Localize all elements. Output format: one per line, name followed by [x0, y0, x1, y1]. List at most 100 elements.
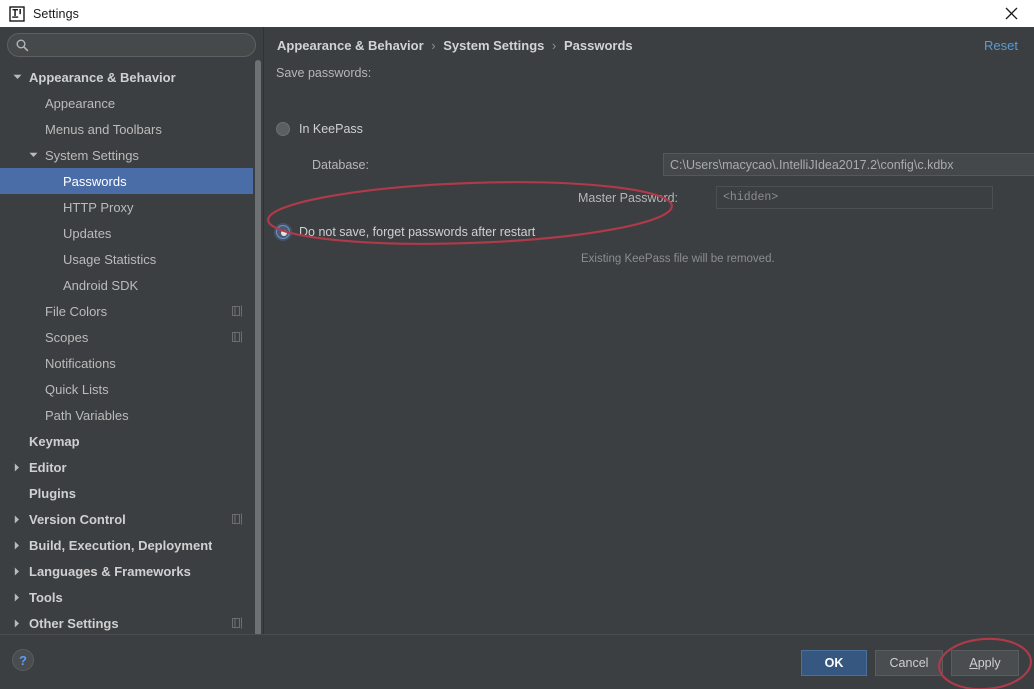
breadcrumb-part-3: Passwords	[564, 38, 633, 53]
sidebar-item-label: Version Control	[29, 511, 126, 527]
settings-tree[interactable]: Appearance & Behavior Appearance Menus and…	[0, 64, 255, 634]
project-scope-icon	[232, 513, 243, 525]
sidebar-item-label: File Colors	[45, 303, 108, 319]
sidebar-item-label: HTTP Proxy	[63, 199, 134, 215]
sidebar-item-label: Appearance & Behavior	[29, 69, 176, 85]
sidebar-item-version-control[interactable]: Version Control	[0, 506, 255, 532]
breadcrumb-part-1[interactable]: Appearance & Behavior	[277, 38, 424, 53]
sidebar-item-system-settings[interactable]: System Settings	[0, 142, 255, 168]
cancel-button[interactable]: Cancel	[875, 650, 943, 676]
window-titlebar: Settings	[0, 0, 1034, 27]
breadcrumb-separator-1: ›	[431, 38, 436, 53]
sidebar-item-notifications[interactable]: Notifications	[0, 350, 255, 376]
settings-sidebar: Appearance & Behavior Appearance Menus and…	[0, 27, 263, 658]
sidebar-item-other-settings[interactable]: Other Settings	[0, 610, 255, 634]
master-password-value: <hidden>	[723, 191, 779, 204]
sidebar-item-label: Path Variables	[45, 407, 129, 423]
sidebar-item-label: Notifications	[45, 355, 116, 371]
search-input[interactable]	[29, 34, 255, 56]
sidebar-item-file-colors[interactable]: File Colors	[0, 298, 255, 324]
sidebar-scrollbar-thumb[interactable]	[255, 60, 261, 656]
ok-button[interactable]: OK	[801, 650, 867, 676]
chevron-right-icon[interactable]	[10, 564, 24, 578]
sidebar-item-build-execution-deployment[interactable]: Build, Execution, Deployment	[0, 532, 255, 558]
project-scope-icon	[232, 331, 243, 343]
sidebar-item-keymap[interactable]: Keymap	[0, 428, 255, 454]
sidebar-item-menus-and-toolbars[interactable]: Menus and Toolbars	[0, 116, 255, 142]
window-title: Settings	[33, 6, 79, 21]
sidebar-item-label: Usage Statistics	[63, 251, 157, 267]
settings-content-pane: Appearance & Behavior › System Settings …	[264, 27, 1034, 634]
sidebar-item-label: Other Settings	[29, 615, 119, 631]
database-label: Database:	[312, 158, 369, 172]
sidebar-item-updates[interactable]: Updates	[0, 220, 255, 246]
sidebar-item-usage-statistics[interactable]: Usage Statistics	[0, 246, 255, 272]
radio-in-keepass-label: In KeePass	[299, 122, 363, 136]
apply-button[interactable]: Apply	[951, 650, 1019, 676]
sidebar-item-editor[interactable]: Editor	[0, 454, 255, 480]
radio-forget-passwords-indicator	[276, 225, 290, 239]
sidebar-item-appearance-behavior[interactable]: Appearance & Behavior	[0, 64, 255, 90]
chevron-right-icon[interactable]	[10, 538, 24, 552]
forget-hint-text: Existing KeePass file will be removed.	[581, 253, 775, 265]
database-input[interactable]: C:\Users\macycao\.IntelliJIdea2017.2\con…	[663, 153, 1034, 176]
project-scope-icon	[232, 617, 243, 629]
sidebar-item-quick-lists[interactable]: Quick Lists	[0, 376, 255, 402]
reset-link[interactable]: Reset	[984, 38, 1018, 53]
chevron-right-icon[interactable]	[10, 512, 24, 526]
project-scope-icon	[232, 305, 243, 317]
sidebar-item-label: Passwords	[63, 173, 127, 189]
sidebar-item-appearance[interactable]: Appearance	[0, 90, 255, 116]
chevron-down-icon[interactable]	[10, 70, 24, 84]
sidebar-item-android-sdk[interactable]: Android SDK	[0, 272, 255, 298]
chevron-right-icon[interactable]	[10, 460, 24, 474]
sidebar-item-tools[interactable]: Tools	[0, 584, 255, 610]
sidebar-item-label: Editor	[29, 459, 67, 475]
sidebar-item-scopes[interactable]: Scopes	[0, 324, 255, 350]
sidebar-item-label: Languages & Frameworks	[29, 563, 191, 579]
sidebar-item-label: Quick Lists	[45, 381, 109, 397]
chevron-down-icon[interactable]	[26, 148, 40, 162]
master-password-label: Master Password:	[578, 191, 679, 205]
sidebar-item-languages-frameworks[interactable]: Languages & Frameworks	[0, 558, 255, 584]
chevron-right-icon[interactable]	[10, 590, 24, 604]
search-icon	[15, 38, 29, 52]
sidebar-item-label: Build, Execution, Deployment	[29, 537, 213, 553]
intellij-idea-icon	[9, 5, 25, 22]
sidebar-item-plugins[interactable]: Plugins	[0, 480, 255, 506]
help-button[interactable]: ?	[12, 649, 34, 671]
sidebar-item-label: Updates	[63, 225, 112, 241]
sidebar-item-label: Tools	[29, 589, 63, 605]
sidebar-item-path-variables[interactable]: Path Variables	[0, 402, 255, 428]
breadcrumb-part-2[interactable]: System Settings	[443, 38, 544, 53]
radio-in-keepass[interactable]: In KeePass	[276, 122, 363, 136]
sidebar-item-http-proxy[interactable]: HTTP Proxy	[0, 194, 255, 220]
radio-in-keepass-indicator	[276, 122, 290, 136]
chevron-right-icon[interactable]	[10, 616, 24, 630]
sidebar-item-label: Keymap	[29, 433, 80, 449]
radio-forget-passwords[interactable]: Do not save, forget passwords after rest…	[276, 225, 535, 239]
settings-dialog: Settings Appearance & Behavior Appearance…	[0, 0, 1034, 689]
radio-forget-passwords-label: Do not save, forget passwords after rest…	[299, 225, 536, 239]
sidebar-item-passwords[interactable]: Passwords	[0, 168, 255, 194]
master-password-input[interactable]: <hidden>	[716, 186, 993, 209]
search-field[interactable]	[7, 33, 256, 57]
save-passwords-label: Save passwords:	[276, 66, 372, 80]
sidebar-item-label: Android SDK	[63, 277, 139, 293]
breadcrumb-separator-2: ›	[552, 38, 557, 53]
sidebar-item-label: Menus and Toolbars	[45, 121, 162, 137]
dialog-footer: ? OK Cancel Apply	[0, 634, 1034, 689]
breadcrumb: Appearance & Behavior › System Settings …	[277, 38, 633, 53]
apply-mnemonic: A	[969, 656, 978, 670]
close-icon[interactable]	[988, 0, 1034, 27]
